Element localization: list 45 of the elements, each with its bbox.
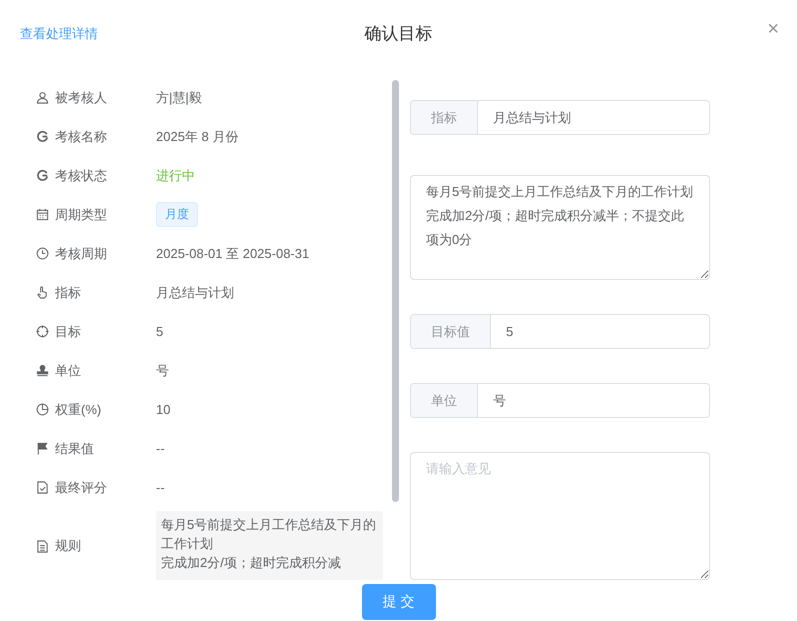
text-field[interactable]: 目标值 5: [410, 314, 710, 350]
flag-icon: [36, 442, 49, 455]
calendar-icon: [36, 208, 49, 221]
field-label: 目标值: [411, 315, 491, 348]
detail-value: 月总结与计划: [156, 284, 234, 302]
target-icon: [36, 325, 49, 338]
status-value: 进行中: [156, 166, 195, 184]
detail-value: 2025年 8 月份: [156, 128, 238, 146]
detail-value: 5: [156, 324, 164, 339]
detail-value: --: [156, 480, 165, 495]
field-label: 指标: [411, 101, 478, 134]
close-button[interactable]: ×: [767, 18, 779, 40]
detail-label: 结果值: [55, 440, 95, 458]
user-icon: [36, 91, 49, 104]
hand-icon: [36, 286, 49, 299]
field-label: 单位: [411, 384, 478, 418]
chart-icon: [36, 403, 49, 416]
period-tag: 月度: [156, 202, 198, 227]
detail-label: 规则: [55, 537, 82, 555]
detail-label: 考核名称: [55, 128, 108, 146]
doccheck-icon: [36, 481, 49, 494]
detail-value: --: [156, 441, 165, 456]
detail-label: 考核状态: [55, 166, 108, 184]
detail-label: 周期类型: [55, 206, 108, 224]
detail-value: 方|慧|毅: [156, 88, 202, 106]
detail-value: 2025-08-01 至 2025-08-31: [156, 244, 310, 262]
detail-label: 最终评分: [55, 478, 108, 496]
detail-label: 权重(%): [55, 400, 102, 418]
clock-icon: [36, 247, 49, 260]
detail-label: 指标: [55, 284, 82, 302]
rule-textarea[interactable]: 每月5号前提交上月工作总结及下月的工作计划 完成加2分/项；超时完成积分减半；不提交此项为0分: [410, 175, 710, 280]
doc-icon: [36, 540, 49, 552]
detail-label: 目标: [55, 322, 82, 340]
comment-field[interactable]: 请输入意见: [410, 452, 710, 580]
detail-value: 号: [156, 362, 169, 380]
dialog-title: 确认目标: [364, 22, 432, 44]
rule-text: 每月5号前提交上月工作总结及下月的工作计划 完成加2分/项；超时完成积分减: [156, 511, 383, 580]
detail-label: 单位: [55, 362, 82, 380]
text-field[interactable]: 单位 号: [410, 383, 710, 418]
detail-value: 10: [156, 402, 170, 417]
stamp-icon: [36, 364, 49, 377]
detail-label: 被考核人: [55, 88, 108, 106]
text-field[interactable]: 指标 月总结与计划: [410, 100, 710, 136]
detail-label: 考核周期: [55, 244, 108, 262]
scrollbar[interactable]: [392, 80, 399, 502]
